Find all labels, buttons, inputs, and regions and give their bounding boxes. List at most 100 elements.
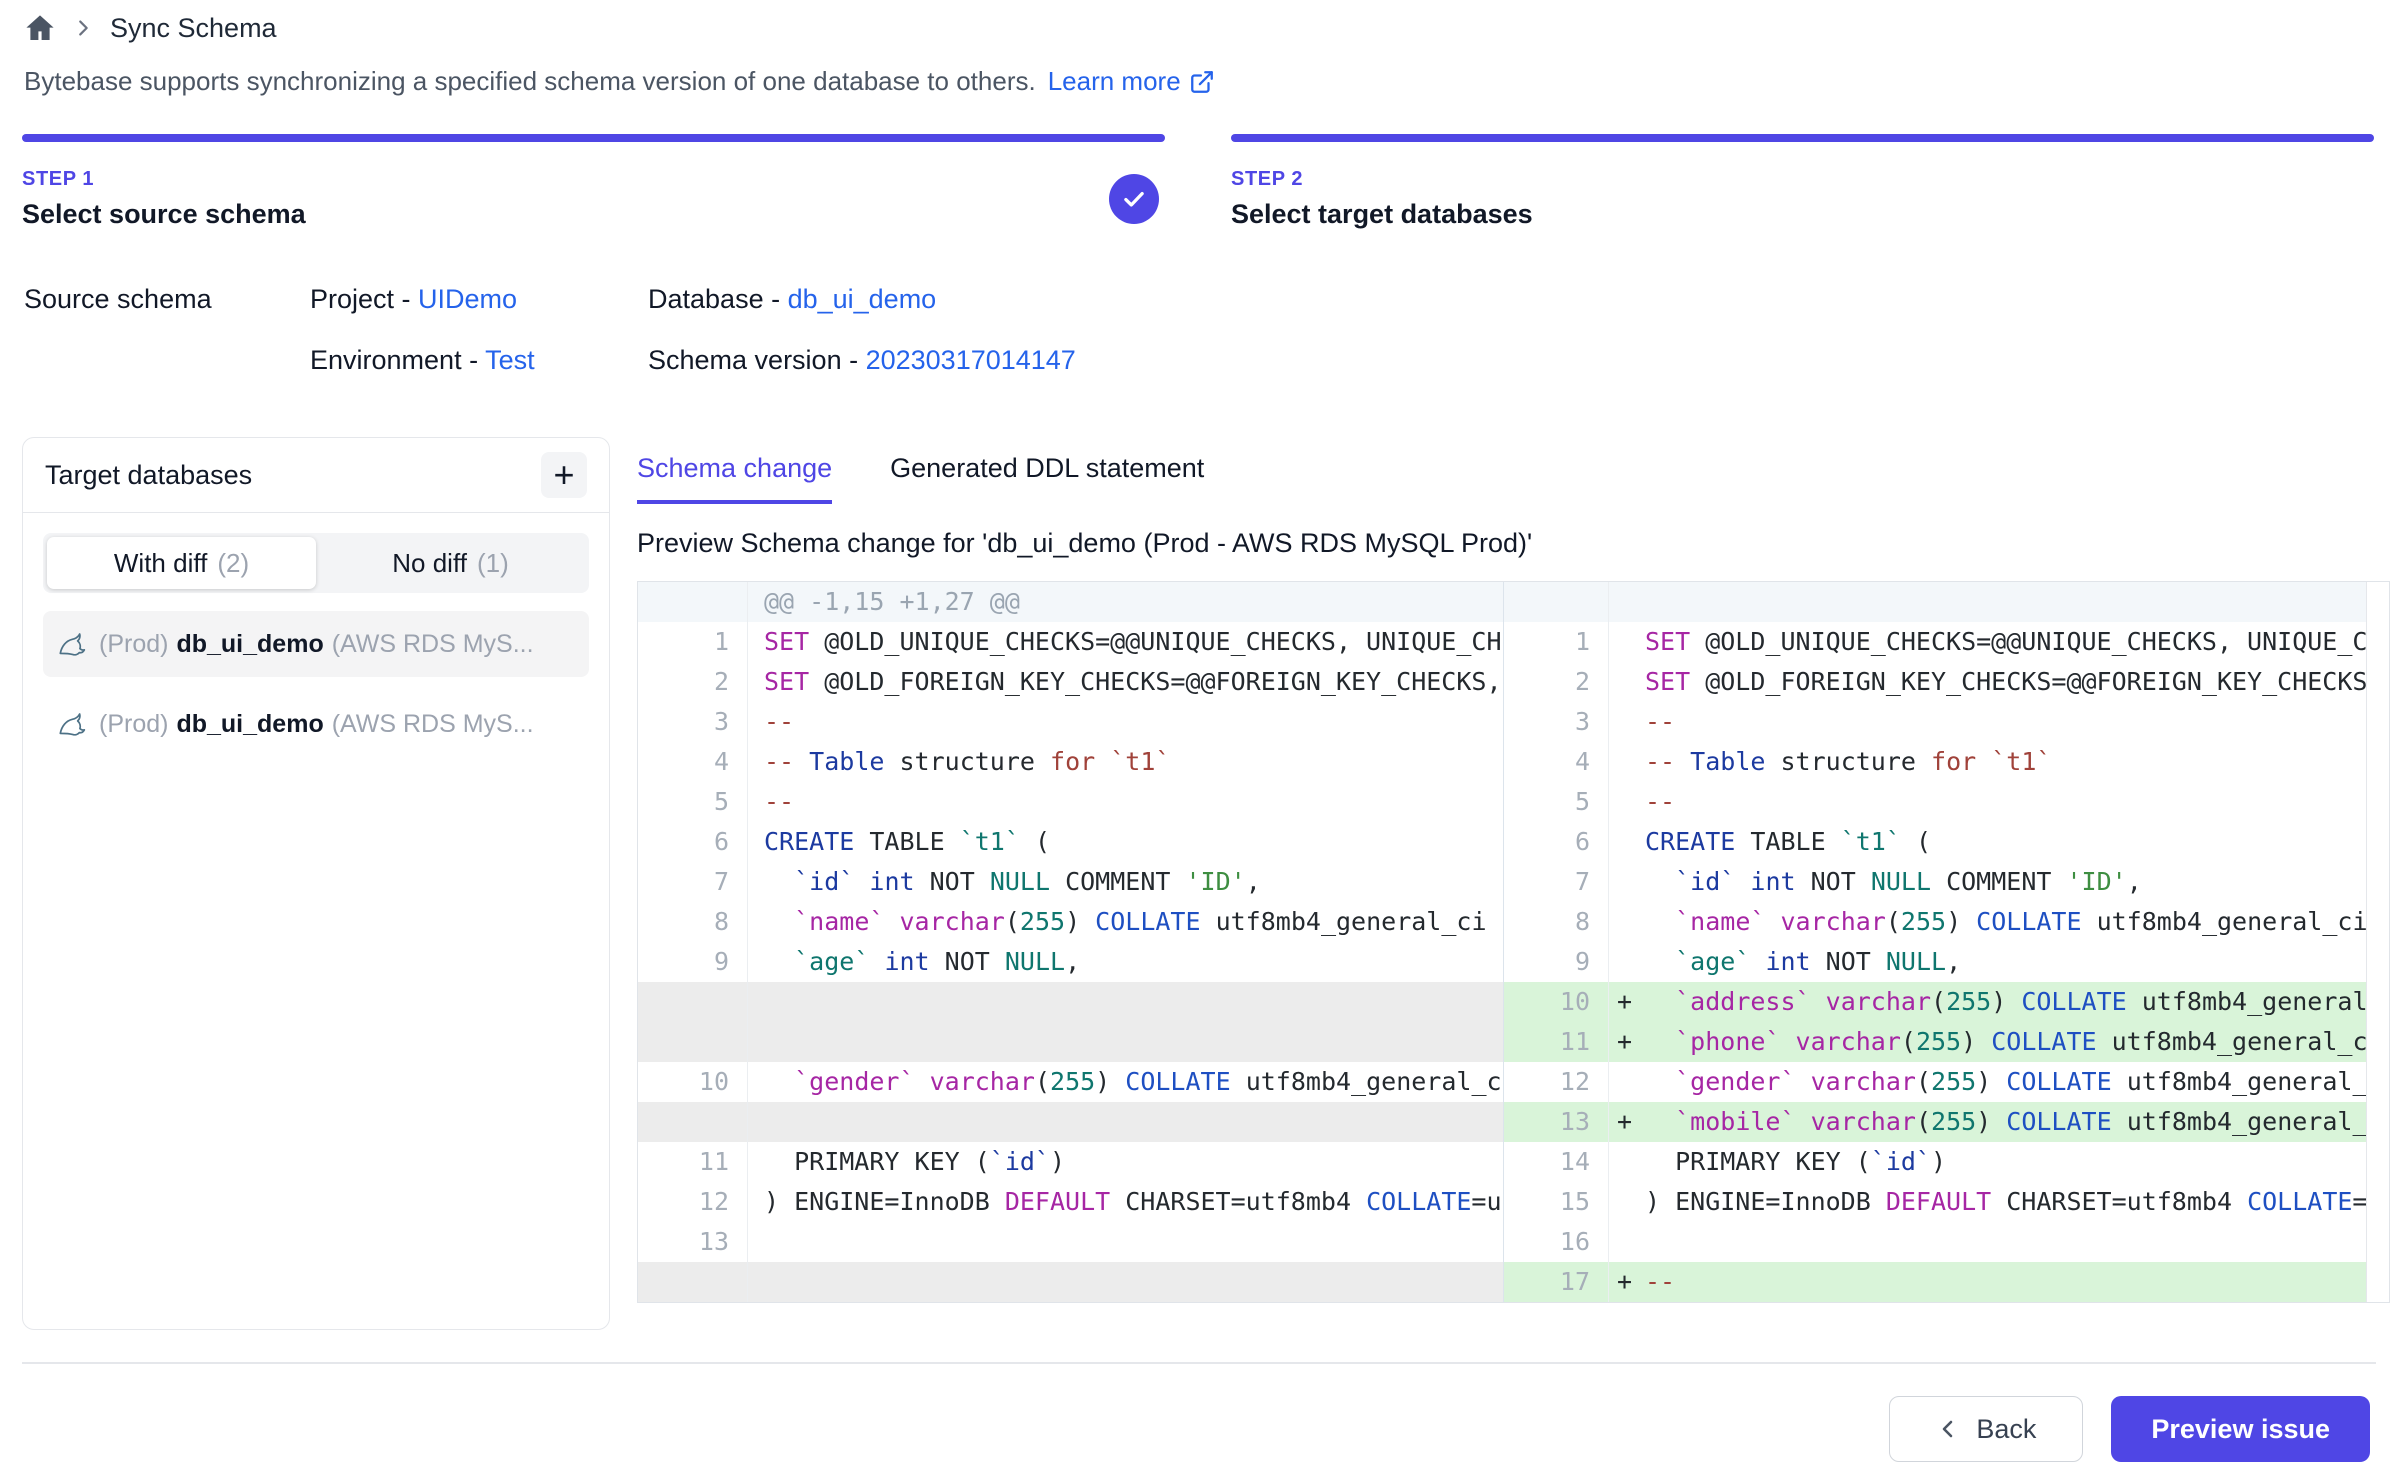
diff-row: 11 PRIMARY KEY (`id`)14 PRIMARY KEY (`id… [638, 1142, 2389, 1182]
breadcrumb: Sync Schema [24, 12, 277, 44]
diff-left-code [748, 1102, 1504, 1142]
diff-add-marker [1617, 742, 1645, 782]
diff-scrollbar-track[interactable] [2366, 822, 2389, 862]
tab-with-diff[interactable]: With diff(2) [47, 537, 316, 589]
back-button[interactable]: Back [1889, 1396, 2083, 1462]
diff-scrollbar-track[interactable] [2366, 862, 2389, 902]
step-1-label: STEP 1 [22, 168, 306, 191]
diff-row: 4-- Table structure for `t1`4 -- Table s… [638, 742, 2389, 782]
diff-left-line-number: 3 [638, 702, 748, 742]
diff-scrollbar-track[interactable] [2366, 702, 2389, 742]
diff-row: 11+ `phone` varchar(255) COLLATE utf8mb4… [638, 1022, 2389, 1062]
diff-right-line-number: 7 [1504, 862, 1609, 902]
diff-scrollbar-track[interactable] [2366, 1102, 2389, 1142]
diff-left-line-number: 12 [638, 1182, 748, 1222]
diff-left-line-number: 1 [638, 622, 748, 662]
diff-left-line-number [638, 982, 748, 1022]
diff-scrollbar-track[interactable] [2366, 1182, 2389, 1222]
diff-filter-tabs: With diff(2) No diff(1) [43, 533, 589, 593]
diff-left-code: `name` varchar(255) COLLATE utf8mb4_gene… [748, 902, 1504, 942]
diff-add-marker [1617, 782, 1645, 822]
diff-scrollbar-track[interactable] [2366, 942, 2389, 982]
diff-left-code: -- Table structure for `t1` [748, 742, 1504, 782]
diff-scrollbar-track[interactable] [2366, 1142, 2389, 1182]
diff-row: 17+-- [638, 1262, 2389, 1302]
schema-diff-viewer[interactable]: @@ -1,15 +1,27 @@1SET @OLD_UNIQUE_CHECKS… [637, 581, 2390, 1303]
diff-left-line-number [638, 1022, 748, 1062]
diff-right-line-number: 17 [1504, 1262, 1609, 1302]
step-2: STEP 2 Select target databases [1231, 134, 2374, 230]
project-link[interactable]: UIDemo [418, 284, 517, 314]
diff-add-marker [1617, 622, 1645, 662]
diff-left-code: @@ -1,15 +1,27 @@ [748, 582, 1504, 622]
diff-left-line-number: 10 [638, 1062, 748, 1102]
target-databases-panel: Target databases + With diff(2) No diff(… [22, 437, 610, 1330]
database-link[interactable]: db_ui_demo [788, 284, 937, 314]
diff-add-marker [1617, 1222, 1645, 1262]
diff-left-code: CREATE TABLE `t1` ( [748, 822, 1504, 862]
diff-row: 12) ENGINE=InnoDB DEFAULT CHARSET=utf8mb… [638, 1182, 2389, 1222]
source-schema-summary: Source schema Project - UIDemo Database … [24, 284, 1076, 376]
diff-add-marker: + [1617, 1102, 1645, 1142]
field-project: Project - UIDemo [310, 284, 648, 315]
learn-more-link[interactable]: Learn more [1048, 66, 1215, 97]
db-name: db_ui_demo [176, 710, 323, 739]
diff-left-line-number: 4 [638, 742, 748, 782]
home-icon[interactable] [24, 12, 56, 44]
diff-left-line-number [638, 582, 748, 622]
schema-version-link[interactable]: 20230317014147 [866, 345, 1076, 375]
tab-schema-change[interactable]: Schema change [637, 453, 832, 504]
target-database-item[interactable]: (Prod)db_ui_demo(AWS RDS MyS... [43, 691, 589, 757]
preview-section: Schema change Generated DDL statement Pr… [637, 437, 2390, 1303]
diff-right-code: +-- [1609, 1262, 2366, 1302]
page-title: Sync Schema [110, 13, 277, 44]
diff-left-code: `age` int NOT NULL, [748, 942, 1504, 982]
diff-scrollbar-track[interactable] [2366, 1022, 2389, 1062]
tab-generated-ddl[interactable]: Generated DDL statement [890, 453, 1204, 504]
diff-left-code: SET @OLD_UNIQUE_CHECKS=@@UNIQUE_CHECKS, … [748, 622, 1504, 662]
diff-row: 6CREATE TABLE `t1` (6 CREATE TABLE `t1` … [638, 822, 2389, 862]
step-1-completed-check-icon [1109, 174, 1159, 224]
db-instance: (AWS RDS MyS... [332, 710, 534, 739]
diff-left-line-number [638, 1102, 748, 1142]
external-link-icon [1189, 69, 1215, 95]
diff-right-code: ) ENGINE=InnoDB DEFAULT CHARSET=utf8mb4 … [1609, 1182, 2366, 1222]
step-1-progress-bar [22, 134, 1165, 142]
diff-left-line-number: 7 [638, 862, 748, 902]
preview-tabs: Schema change Generated DDL statement [637, 437, 2390, 504]
diff-scrollbar-track[interactable] [2366, 582, 2389, 622]
chevron-left-icon [1936, 1417, 1960, 1441]
diff-left-code: `gender` varchar(255) COLLATE utf8mb4_ge… [748, 1062, 1504, 1102]
diff-scrollbar-track[interactable] [2366, 622, 2389, 662]
diff-scrollbar-track[interactable] [2366, 1222, 2389, 1262]
diff-right-line-number: 2 [1504, 662, 1609, 702]
diff-row: 3--3 -- [638, 702, 2389, 742]
diff-right-line-number: 3 [1504, 702, 1609, 742]
diff-scrollbar-track[interactable] [2366, 662, 2389, 702]
diff-left-code: ) ENGINE=InnoDB DEFAULT CHARSET=utf8mb4 … [748, 1182, 1504, 1222]
diff-add-marker [1617, 942, 1645, 982]
preview-issue-button[interactable]: Preview issue [2111, 1396, 2370, 1462]
diff-scrollbar-track[interactable] [2366, 1062, 2389, 1102]
diff-row: 10+ `address` varchar(255) COLLATE utf8m… [638, 982, 2389, 1022]
diff-right-line-number: 6 [1504, 822, 1609, 862]
diff-right-code: `name` varchar(255) COLLATE utf8mb4_gene… [1609, 902, 2366, 942]
diff-scrollbar-track[interactable] [2366, 782, 2389, 822]
diff-left-line-number: 8 [638, 902, 748, 942]
diff-scrollbar-track[interactable] [2366, 742, 2389, 782]
diff-add-marker [1617, 1062, 1645, 1102]
environment-link[interactable]: Test [485, 345, 535, 375]
diff-right-code: CREATE TABLE `t1` ( [1609, 822, 2366, 862]
diff-scrollbar-track[interactable] [2366, 1262, 2389, 1302]
diff-right-line-number: 4 [1504, 742, 1609, 782]
diff-right-code: -- [1609, 782, 2366, 822]
diff-left-line-number: 5 [638, 782, 748, 822]
diff-scrollbar-track[interactable] [2366, 902, 2389, 942]
target-database-item[interactable]: (Prod)db_ui_demo(AWS RDS MyS... [43, 611, 589, 677]
add-target-database-button[interactable]: + [541, 452, 587, 498]
page-description: Bytebase supports synchronizing a specif… [24, 66, 1215, 97]
diff-add-marker: + [1617, 1262, 1645, 1302]
tab-no-diff[interactable]: No diff(1) [316, 537, 585, 589]
target-databases-title: Target databases [45, 460, 252, 491]
diff-scrollbar-track[interactable] [2366, 982, 2389, 1022]
